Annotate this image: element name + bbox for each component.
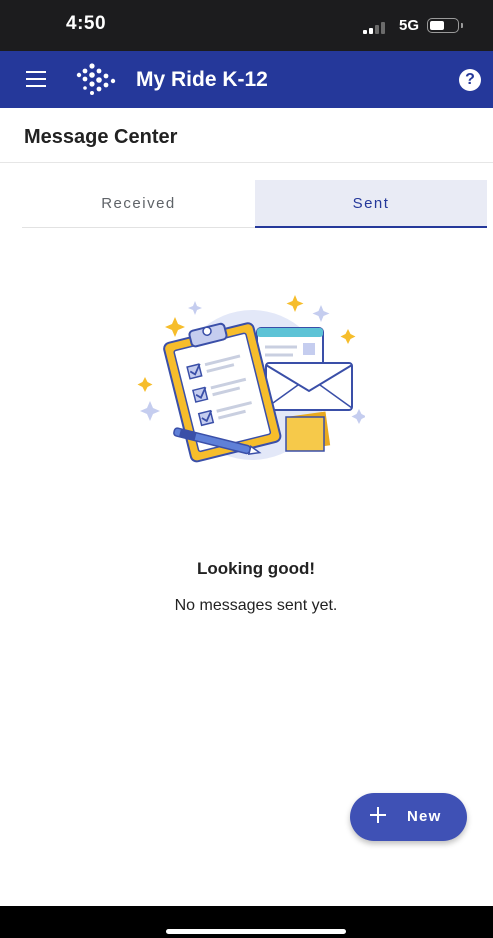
app-title: My Ride K-12 [136, 68, 268, 91]
empty-state-title: Looking good! [196, 559, 316, 578]
page-header: Message Center [0, 108, 493, 163]
empty-state-message: No messages sent yet. [174, 597, 338, 614]
app-logo-icon [76, 63, 116, 95]
clipboard-envelope-illustration [137, 295, 365, 463]
app-bar: My Ride K-12 ? [0, 51, 493, 108]
help-icon[interactable]: ? [459, 69, 481, 91]
network-type: 5G [399, 17, 420, 34]
system-bottom-bar [0, 906, 493, 938]
message-tabs: Received Sent [22, 180, 487, 228]
tab-sent[interactable]: Sent [255, 180, 487, 228]
menu-icon[interactable] [26, 71, 46, 87]
new-message-button[interactable]: New [350, 793, 467, 841]
signal-icon [363, 22, 391, 34]
status-bar: 4:50 5G [0, 0, 493, 51]
page-title: Message Center [24, 126, 178, 148]
plus-icon [367, 804, 389, 826]
new-message-label: New [407, 808, 442, 825]
home-indicator[interactable] [166, 929, 346, 934]
status-time: 4:50 [66, 13, 107, 34]
tab-received[interactable]: Received [22, 180, 255, 227]
battery-icon [427, 18, 463, 33]
